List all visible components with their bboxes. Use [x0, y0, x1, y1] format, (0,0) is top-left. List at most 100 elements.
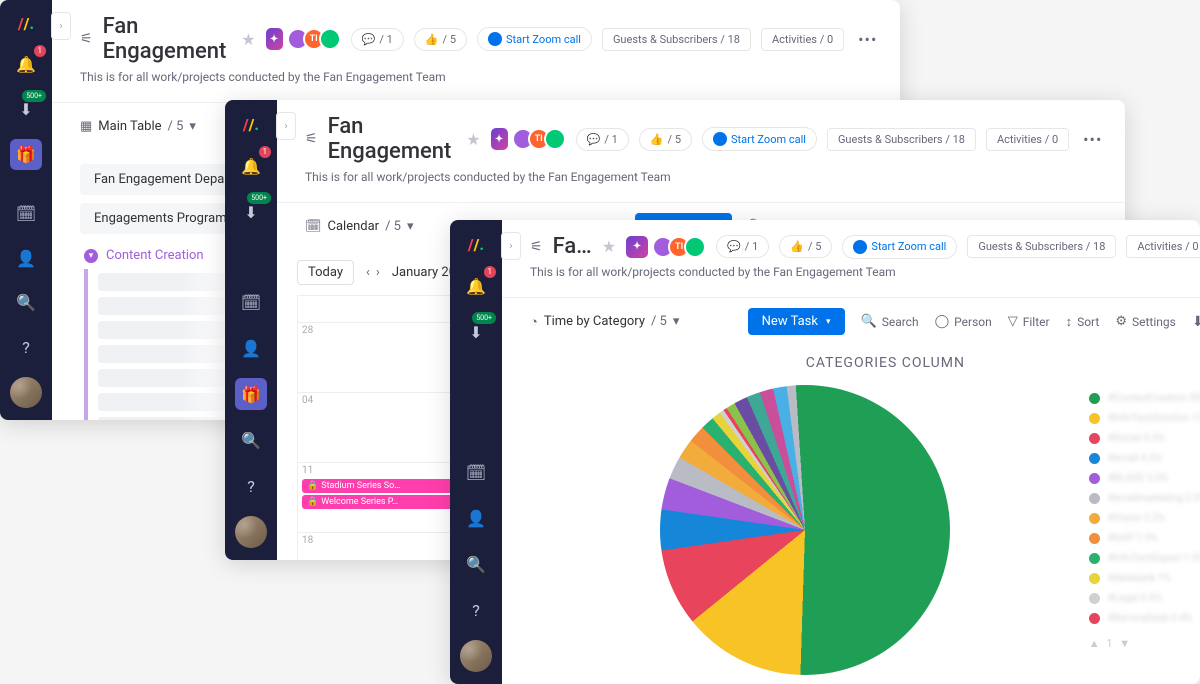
filter-button[interactable]: ▽Filter [1008, 314, 1050, 329]
board-title[interactable]: Fan Engagement [103, 14, 232, 64]
app-badge-icon[interactable]: ✦ [491, 128, 508, 150]
likes-pill[interactable]: 👍/ 5 [639, 128, 692, 151]
notifications-icon[interactable]: 🔔1 [235, 150, 267, 182]
legend-item[interactable]: #email 4.5% [1089, 453, 1200, 464]
invite-icon[interactable]: 👤 [235, 332, 267, 364]
more-icon[interactable]: ••• [1079, 130, 1106, 149]
inbox-icon[interactable]: ⬇500+ [235, 196, 267, 228]
next-icon[interactable]: › [376, 265, 380, 280]
expand-sidebar-icon[interactable]: › [51, 12, 71, 40]
prev-icon[interactable]: ‹ [366, 265, 370, 280]
star-icon[interactable]: ★ [602, 237, 616, 256]
collapse-icon[interactable]: ▾ [84, 249, 98, 263]
table-row[interactable] [98, 369, 238, 387]
legend-item[interactable]: #Social 8.5% [1089, 433, 1200, 444]
legend-label: #InfoTechSolution 13.5% [1108, 413, 1200, 424]
legend-item[interactable]: #Legal 0.5% [1089, 593, 1200, 604]
calendar-icon[interactable]: 🗓 [10, 198, 42, 229]
search-icon[interactable]: 🔍 [10, 287, 42, 318]
legend-item[interactable]: #GAP 1.9% [1089, 533, 1200, 544]
download-icon[interactable]: ⬇ [1192, 314, 1200, 330]
view-selector[interactable]: 🗓 Calendar / 5 ▾ [305, 219, 414, 234]
invite-icon[interactable]: 👤 [10, 243, 42, 274]
star-icon[interactable]: ★ [241, 30, 255, 49]
star-icon[interactable]: ★ [466, 130, 480, 149]
help-icon[interactable]: ? [460, 594, 492, 626]
guests-chip[interactable]: Guests & Subscribers / 18 [602, 28, 751, 51]
legend-pagination[interactable]: ▲ 1 ▼ [1089, 637, 1200, 650]
board-title[interactable]: Fa… [553, 234, 592, 259]
logo-icon[interactable]: //. [14, 12, 38, 35]
member-avatars[interactable]: TI [518, 128, 566, 150]
activities-chip[interactable]: Activities / 0 [761, 28, 844, 51]
table-row[interactable] [98, 321, 238, 339]
search-icon[interactable]: 🔍 [235, 424, 267, 456]
legend-item[interactable]: #InfoTechExpert 1.5% [1089, 553, 1200, 564]
calendar-icon[interactable]: 🗓 [460, 456, 492, 488]
app-badge-icon[interactable]: ✦ [626, 236, 648, 258]
legend-item[interactable]: #InfoTechSolution 13.5% [1089, 413, 1200, 424]
activities-chip[interactable]: Activities / 0 [1126, 235, 1200, 258]
likes-pill[interactable]: 👍/ 5 [779, 235, 832, 258]
legend-label: #GAP 1.9% [1108, 533, 1157, 544]
legend-item[interactable]: #Vision 2.2% [1089, 513, 1200, 524]
board-title[interactable]: Fan Engagement [328, 114, 457, 164]
gift-icon[interactable]: 🎁 [10, 139, 42, 170]
search-button[interactable]: 🔍Search [861, 314, 919, 329]
app-badge-icon[interactable]: ✦ [266, 28, 283, 50]
new-task-button[interactable]: New Task▾ [748, 308, 845, 335]
today-button[interactable]: Today [297, 260, 354, 285]
guests-chip[interactable]: Guests & Subscribers / 18 [827, 128, 976, 151]
sort-button[interactable]: ↕Sort [1066, 314, 1100, 330]
share-icon[interactable]: ⚟ [80, 31, 93, 47]
legend-item[interactable]: #ContentCreation 50% [1089, 393, 1200, 404]
zoom-button[interactable]: Start Zoom call [477, 27, 592, 51]
table-row[interactable] [98, 417, 238, 420]
more-icon[interactable]: ••• [854, 30, 881, 49]
table-row[interactable] [98, 273, 238, 291]
person-filter[interactable]: ◯Person [935, 314, 992, 329]
view-selector[interactable]: ◔ Time by Category / 5 ▾ [530, 314, 679, 330]
table-row[interactable] [98, 297, 238, 315]
legend-item[interactable]: #databank 1% [1089, 573, 1200, 584]
invite-icon[interactable]: 👤 [460, 502, 492, 534]
calendar-icon: 🗓 [305, 219, 322, 234]
legend-item[interactable]: #BLADE 3.5% [1089, 473, 1200, 484]
help-icon[interactable]: ? [10, 332, 42, 363]
notifications-icon[interactable]: 🔔1 [460, 270, 492, 302]
likes-pill[interactable]: 👍/ 5 [414, 28, 467, 51]
zoom-button[interactable]: Start Zoom call [842, 235, 957, 259]
conversations-pill[interactable]: 💬/ 1 [351, 28, 404, 51]
search-icon[interactable]: 🔍 [460, 548, 492, 580]
conversations-pill[interactable]: 💬/ 1 [576, 128, 629, 151]
member-avatars[interactable]: TI [293, 28, 341, 50]
legend-item[interactable]: #ServiceDesk 0.4% [1089, 613, 1200, 624]
guests-chip[interactable]: Guests & Subscribers / 18 [967, 235, 1116, 258]
table-row[interactable] [98, 393, 238, 411]
view-selector[interactable]: ▦ Main Table / 5 ▾ [80, 119, 196, 134]
settings-button[interactable]: ⚙Settings [1115, 314, 1175, 329]
notification-badge: 1 [259, 146, 272, 158]
inbox-icon[interactable]: ⬇500+ [460, 316, 492, 348]
chart-icon: ◔ [530, 314, 538, 330]
member-avatars[interactable]: TI [658, 236, 706, 258]
expand-sidebar-icon[interactable]: › [501, 232, 521, 260]
logo-icon[interactable]: //. [239, 112, 263, 136]
calendar-icon[interactable]: 🗓 [235, 286, 267, 318]
conversations-pill[interactable]: 💬/ 1 [716, 235, 769, 258]
share-icon[interactable]: ⚟ [530, 239, 543, 255]
activities-chip[interactable]: Activities / 0 [986, 128, 1069, 151]
user-avatar[interactable] [235, 516, 267, 548]
inbox-icon[interactable]: ⬇500+ [10, 94, 42, 125]
logo-icon[interactable]: //. [464, 232, 488, 256]
share-icon[interactable]: ⚟ [305, 131, 318, 147]
help-icon[interactable]: ? [235, 470, 267, 502]
notifications-icon[interactable]: 🔔1 [10, 49, 42, 80]
user-avatar[interactable] [460, 640, 492, 672]
expand-sidebar-icon[interactable]: › [276, 112, 296, 140]
gift-icon[interactable]: 🎁 [235, 378, 267, 410]
zoom-button[interactable]: Start Zoom call [702, 127, 817, 151]
table-row[interactable] [98, 345, 238, 363]
legend-item[interactable]: #emailmarketing 2.5% [1089, 493, 1200, 504]
user-avatar[interactable] [10, 377, 42, 408]
